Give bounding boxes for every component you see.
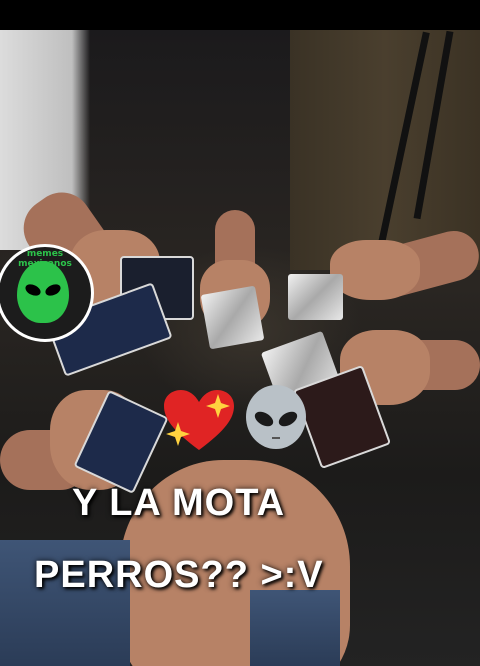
sparkling-heart-icon: [164, 390, 234, 450]
alien-eye: [43, 282, 63, 298]
memes-mexicanos-sticker: memes mexicanos: [0, 244, 94, 342]
caption-line-1: Y LA MOTA: [72, 482, 286, 524]
alien-icon: [246, 385, 306, 449]
alien-eye: [23, 282, 43, 298]
alien-icon: [17, 261, 69, 323]
foil-pack: [200, 285, 265, 350]
hand: [330, 240, 420, 300]
sticker-label: memes mexicanos: [18, 249, 72, 269]
jeans: [250, 590, 340, 666]
caption-line-2: PERROS?? >:V: [34, 554, 324, 596]
foil-pack: [288, 274, 343, 320]
top-bar: [0, 0, 480, 30]
